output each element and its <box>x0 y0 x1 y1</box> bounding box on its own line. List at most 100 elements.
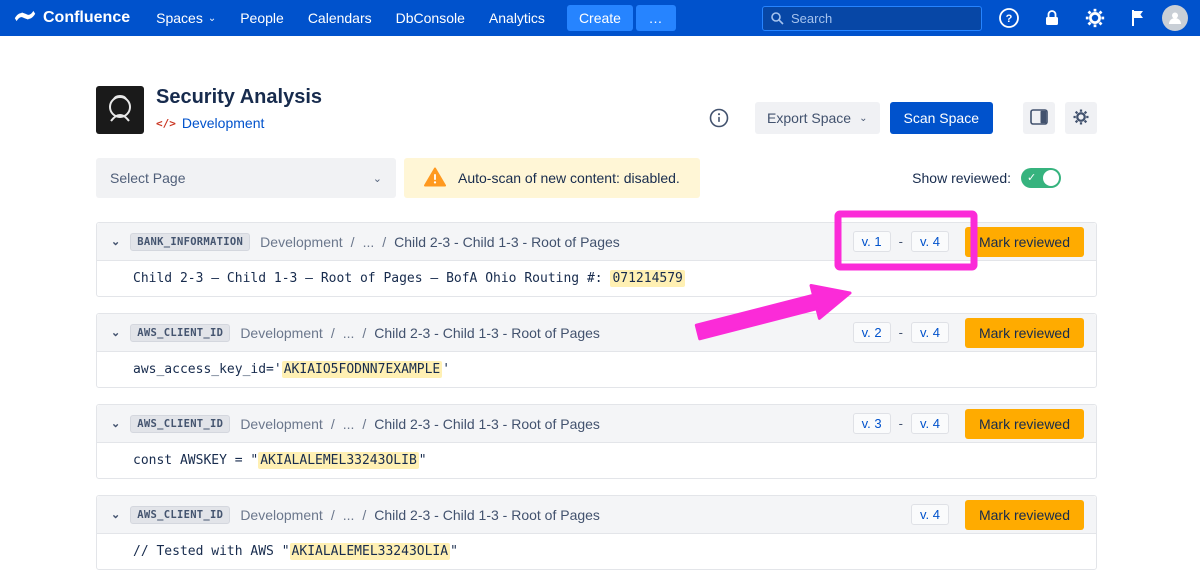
mark-reviewed-button[interactable]: Mark reviewed <box>965 318 1084 348</box>
show-reviewed-toggle[interactable]: ✓ <box>1021 168 1061 188</box>
breadcrumb-ellipsis[interactable]: ... <box>343 416 355 432</box>
space-link[interactable]: Development <box>182 115 265 131</box>
finding-actions: v. 4 Mark reviewed <box>911 500 1084 530</box>
chevron-down-icon: ⌄ <box>859 114 867 124</box>
breadcrumb-space[interactable]: Development <box>240 325 323 341</box>
finding-type-badge: BANK_INFORMATION <box>130 233 250 251</box>
export-space-label: Export Space <box>767 110 851 126</box>
mark-reviewed-button[interactable]: Mark reviewed <box>965 500 1084 530</box>
finding-card: ⌄ AWS_CLIENT_ID Development / ... / Chil… <box>96 313 1097 388</box>
breadcrumb-page[interactable]: Child 2-3 - Child 1-3 - Root of Pages <box>374 325 600 341</box>
finding-actions: v. 3 - v. 4 Mark reviewed <box>853 409 1084 439</box>
search-input[interactable] <box>762 6 982 31</box>
breadcrumb: Development / ... / Child 2-3 - Child 1-… <box>260 234 620 250</box>
space-header: Security Analysis </> Development Export… <box>96 86 1097 134</box>
finding-type-badge: AWS_CLIENT_ID <box>130 415 230 433</box>
mark-reviewed-button[interactable]: Mark reviewed <box>965 227 1084 257</box>
nav-label: DbConsole <box>396 10 465 26</box>
version-link-from[interactable]: v. 1 <box>853 231 891 252</box>
lock-icon[interactable] <box>1042 8 1062 28</box>
toggle-knob <box>1043 170 1059 186</box>
space-titles: Security Analysis </> Development <box>156 86 322 131</box>
version-link-to[interactable]: v. 4 <box>911 231 949 252</box>
warning-icon <box>424 167 446 190</box>
version-link-from[interactable]: v. 3 <box>853 413 891 434</box>
info-icon[interactable] <box>709 108 729 128</box>
user-avatar[interactable] <box>1162 5 1188 31</box>
code-text: " <box>419 453 427 468</box>
code-highlight: AKIAIO5FODNN7EXAMPLE <box>282 361 443 378</box>
breadcrumb-ellipsis[interactable]: ... <box>363 234 375 250</box>
collapse-chevron-icon[interactable]: ⌄ <box>111 508 120 521</box>
side-panel-button[interactable] <box>1023 102 1055 134</box>
nav-item-dbconsole[interactable]: DbConsole <box>384 0 477 36</box>
breadcrumb-space[interactable]: Development <box>240 416 323 432</box>
scan-space-button[interactable]: Scan Space <box>890 102 994 134</box>
breadcrumb-page[interactable]: Child 2-3 - Child 1-3 - Root of Pages <box>374 416 600 432</box>
autoscan-warning-banner: Auto-scan of new content: disabled. <box>404 158 700 198</box>
version-link-to[interactable]: v. 4 <box>911 413 949 434</box>
select-page-dropdown[interactable]: Select Page ⌄ <box>96 158 396 198</box>
breadcrumb-separator: / <box>362 325 366 341</box>
select-page-label: Select Page <box>110 170 186 186</box>
mark-reviewed-button[interactable]: Mark reviewed <box>965 409 1084 439</box>
breadcrumb-ellipsis[interactable]: ... <box>343 325 355 341</box>
finding-card: ⌄ BANK_INFORMATION Development / ... / C… <box>96 222 1097 297</box>
export-space-button[interactable]: Export Space ⌄ <box>755 102 879 134</box>
finding-card: ⌄ AWS_CLIENT_ID Development / ... / Chil… <box>96 495 1097 570</box>
collapse-chevron-icon[interactable]: ⌄ <box>111 326 120 339</box>
version-separator: - <box>899 234 903 249</box>
more-button[interactable]: … <box>636 5 676 31</box>
finding-snippet: // Tested with AWS "AKIALALEMEL33243OLIA… <box>97 534 1096 569</box>
breadcrumb-separator: / <box>331 416 335 432</box>
version-link-from[interactable]: v. 2 <box>853 322 891 343</box>
gear-icon[interactable] <box>1084 7 1106 29</box>
nav-item-people[interactable]: People <box>228 0 296 36</box>
panel-layout-icon <box>1030 109 1048 128</box>
space-avatar <box>96 86 144 134</box>
space-header-actions: Export Space ⌄ Scan Space <box>709 102 1097 134</box>
finding-type-badge: AWS_CLIENT_ID <box>130 506 230 524</box>
nav-item-analytics[interactable]: Analytics <box>477 0 557 36</box>
nav-label: Spaces <box>156 10 203 26</box>
nav-label: People <box>240 10 284 26</box>
version-link-from[interactable]: v. 4 <box>911 504 949 525</box>
breadcrumb-page[interactable]: Child 2-3 - Child 1-3 - Root of Pages <box>394 234 620 250</box>
finding-header: ⌄ AWS_CLIENT_ID Development / ... / Chil… <box>97 496 1096 534</box>
finding-header: ⌄ AWS_CLIENT_ID Development / ... / Chil… <box>97 405 1096 443</box>
breadcrumb-page[interactable]: Child 2-3 - Child 1-3 - Root of Pages <box>374 507 600 523</box>
finding-snippet: aws_access_key_id='AKIAIO5FODNN7EXAMPLE' <box>97 352 1096 387</box>
nav-label: Calendars <box>308 10 372 26</box>
code-highlight: AKIALALEMEL33243OLIA <box>290 543 451 560</box>
finding-type-badge: AWS_CLIENT_ID <box>130 324 230 342</box>
code-space-icon: </> <box>156 117 176 130</box>
code-line: Child 2-3 – Child 1-3 – Root of Pages – … <box>97 261 1096 296</box>
breadcrumb-separator: / <box>382 234 386 250</box>
code-line: const AWSKEY = "AKIALALEMEL33243OLIB" <box>97 443 1096 478</box>
finding-header: ⌄ BANK_INFORMATION Development / ... / C… <box>97 223 1096 261</box>
flag-icon[interactable] <box>1128 8 1148 28</box>
space-settings-button[interactable] <box>1065 102 1097 134</box>
breadcrumb-space[interactable]: Development <box>260 234 343 250</box>
nav-item-spaces[interactable]: Spaces ⌄ <box>144 0 228 36</box>
create-button[interactable]: Create <box>567 5 633 31</box>
nav-icons: ? <box>998 7 1148 29</box>
code-line: aws_access_key_id='AKIAIO5FODNN7EXAMPLE' <box>97 352 1096 387</box>
breadcrumb-space[interactable]: Development <box>240 507 323 523</box>
code-text: ' <box>442 362 450 377</box>
finding-snippet: Child 2-3 – Child 1-3 – Root of Pages – … <box>97 261 1096 296</box>
help-icon[interactable]: ? <box>998 7 1020 29</box>
nav-item-calendars[interactable]: Calendars <box>296 0 384 36</box>
breadcrumb-ellipsis[interactable]: ... <box>343 507 355 523</box>
check-icon: ✓ <box>1027 171 1036 185</box>
version-link-to[interactable]: v. 4 <box>911 322 949 343</box>
confluence-brand[interactable]: Confluence <box>14 5 130 32</box>
breadcrumb-separator: / <box>362 416 366 432</box>
show-reviewed-label: Show reviewed: <box>912 170 1011 186</box>
finding-actions: v. 2 - v. 4 Mark reviewed <box>853 318 1084 348</box>
collapse-chevron-icon[interactable]: ⌄ <box>111 235 120 248</box>
code-text: const AWSKEY = " <box>133 453 258 468</box>
code-text: " <box>450 544 458 559</box>
space-subtitle: </> Development <box>156 115 322 131</box>
collapse-chevron-icon[interactable]: ⌄ <box>111 417 120 430</box>
